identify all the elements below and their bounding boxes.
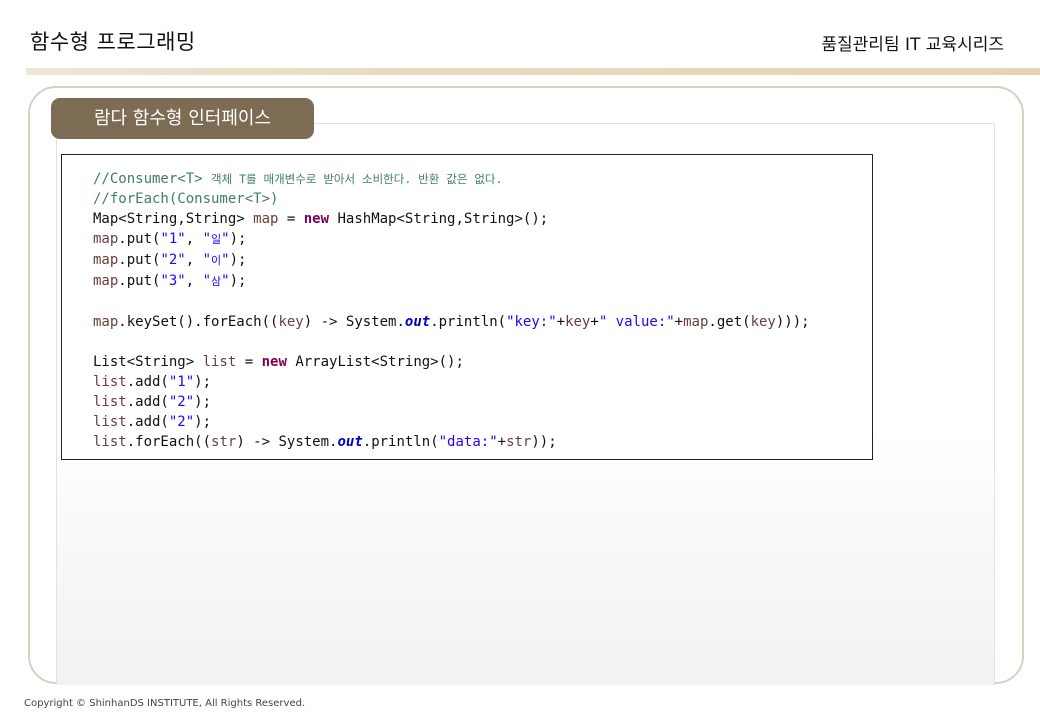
code-line-10: List<String> list = new ArrayList<String… bbox=[93, 352, 810, 372]
code-text: ); bbox=[229, 252, 247, 268]
code-text: ); bbox=[229, 273, 247, 289]
code-text: .add( bbox=[126, 374, 169, 390]
code-line-5: map.put("2", "이"); bbox=[93, 250, 810, 271]
code-text: )); bbox=[531, 434, 557, 450]
code-text: ) -> System. bbox=[303, 314, 405, 330]
series-label: 품질관리팀 IT 교육시리즈 bbox=[821, 35, 1004, 55]
code-variable: map bbox=[93, 252, 119, 268]
code-string: "1" bbox=[168, 374, 195, 390]
code-line-12: list.add("2"); bbox=[93, 392, 810, 412]
code-string: "2" bbox=[168, 414, 195, 430]
code-variable: key bbox=[278, 314, 304, 330]
code-line-13: list.add("2"); bbox=[93, 412, 810, 432]
code-text: ); bbox=[194, 414, 212, 430]
code-variable: map bbox=[683, 314, 709, 330]
code-string: " bbox=[221, 252, 230, 268]
code-line-6: map.put("3", "삼"); bbox=[93, 271, 810, 292]
code-variable: str bbox=[506, 434, 532, 450]
code-text: .add( bbox=[126, 394, 169, 410]
code-variable: str bbox=[211, 434, 237, 450]
code-string-korean: 삼 bbox=[211, 275, 222, 288]
code-operator: = bbox=[236, 354, 262, 370]
code-string: " bbox=[202, 231, 212, 247]
code-text: ); bbox=[194, 394, 212, 410]
code-text: HashMap<String,String>(); bbox=[329, 211, 549, 227]
code-text: ArrayList<String>(); bbox=[286, 354, 464, 370]
code-variable: map bbox=[93, 314, 119, 330]
code-text: + bbox=[556, 314, 566, 330]
code-string: " bbox=[221, 273, 230, 289]
code-string-korean: 일 bbox=[211, 233, 222, 246]
code-string-korean: 이 bbox=[211, 254, 222, 267]
code-line-11: list.add("1"); bbox=[93, 372, 810, 392]
code-text: + bbox=[497, 434, 507, 450]
code-variable: key bbox=[565, 314, 591, 330]
code-variable: list bbox=[93, 374, 127, 390]
code-line-3: Map<String,String> map = new HashMap<Str… bbox=[93, 209, 810, 229]
code-text: .put( bbox=[118, 273, 161, 289]
code-keyword: new bbox=[303, 211, 330, 227]
code-string: "3" bbox=[160, 273, 186, 289]
code-box: //Consumer<T> 객체 T를 매개변수로 받아서 소비한다. 반환 값… bbox=[61, 154, 873, 460]
code-string: "2" bbox=[168, 394, 195, 410]
code-text: .add( bbox=[126, 414, 169, 430]
code-text: , bbox=[185, 231, 203, 247]
code-line-8: map.keySet().forEach((key) -> System.out… bbox=[93, 312, 810, 332]
code-text: .get( bbox=[708, 314, 751, 330]
code-string: " value:" bbox=[598, 314, 675, 330]
code-variable: map bbox=[93, 273, 119, 289]
code-field: out bbox=[337, 434, 363, 450]
code-text: ); bbox=[229, 231, 247, 247]
code-field: out bbox=[404, 314, 431, 330]
code-string: " bbox=[202, 273, 212, 289]
code-variable: list bbox=[202, 354, 237, 370]
code-comment: //forEach(Consumer<T>) bbox=[93, 191, 279, 207]
section-tab: 람다 함수형 인터페이스 bbox=[51, 98, 314, 139]
code-line-2: //forEach(Consumer<T>) bbox=[93, 189, 810, 209]
code-string: "1" bbox=[160, 231, 186, 247]
copyright-footer: Copyright © ShinhanDS INSTITUTE, All Rig… bbox=[24, 698, 306, 709]
page-title: 함수형 프로그래밍 bbox=[30, 30, 196, 54]
code-string: " bbox=[202, 252, 212, 268]
code-text: ) -> System. bbox=[236, 434, 338, 450]
code-text: ))); bbox=[775, 314, 810, 330]
code-string: "data:" bbox=[438, 434, 498, 450]
code-type: List<String> bbox=[93, 354, 203, 370]
code-text: ); bbox=[194, 374, 212, 390]
code-variable: key bbox=[750, 314, 776, 330]
code-text: .forEach(( bbox=[126, 434, 212, 450]
code-variable: list bbox=[93, 414, 127, 430]
code-string: "key:" bbox=[506, 314, 557, 330]
code-type: Map<String,String> bbox=[93, 211, 254, 227]
code-variable: map bbox=[93, 231, 119, 247]
code-keyword: new bbox=[261, 354, 287, 370]
code-text: .put( bbox=[118, 252, 161, 268]
code-block: //Consumer<T> 객체 T를 매개변수로 받아서 소비한다. 반환 값… bbox=[93, 169, 810, 452]
code-text: + bbox=[674, 314, 684, 330]
code-line-14: list.forEach((str) -> System.out.println… bbox=[93, 432, 810, 452]
code-line-4: map.put("1", "일"); bbox=[93, 229, 810, 250]
code-string: " bbox=[221, 231, 230, 247]
code-line-1: //Consumer<T> 객체 T를 매개변수로 받아서 소비한다. 반환 값… bbox=[93, 169, 810, 189]
code-text: .println( bbox=[430, 314, 507, 330]
code-comment: //Consumer<T> bbox=[93, 171, 212, 187]
code-text: .println( bbox=[362, 434, 439, 450]
code-text: , bbox=[185, 273, 203, 289]
code-text: .keySet().forEach(( bbox=[118, 314, 279, 330]
code-text: , bbox=[185, 252, 203, 268]
code-variable: list bbox=[93, 394, 127, 410]
code-comment-korean: 객체 T를 매개변수로 받아서 소비한다. 반환 값은 없다. bbox=[211, 172, 503, 186]
code-text: + bbox=[590, 314, 599, 330]
code-operator: = bbox=[278, 211, 304, 227]
code-variable: list bbox=[93, 434, 127, 450]
code-variable: map bbox=[253, 211, 279, 227]
code-string: "2" bbox=[160, 252, 186, 268]
code-text: .put( bbox=[118, 231, 161, 247]
header-divider bbox=[26, 68, 1040, 75]
